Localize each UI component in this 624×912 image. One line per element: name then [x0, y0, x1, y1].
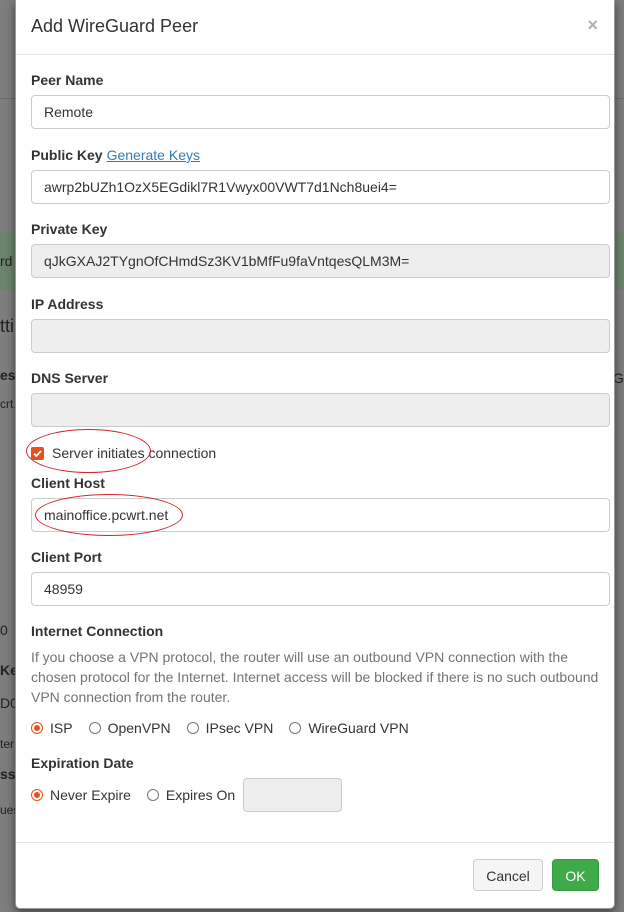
- background-text: ss: [0, 766, 16, 782]
- internet-connection-help: If you choose a VPN protocol, the router…: [31, 649, 599, 705]
- cancel-button[interactable]: Cancel: [473, 859, 543, 891]
- public-key-label: Public Key Generate Keys: [31, 147, 200, 163]
- dialog-title: Add WireGuard Peer: [31, 16, 199, 36]
- dialog-footer: Cancel OK: [16, 842, 614, 907]
- public-key-input[interactable]: awrp2bUZh1OzX5EGdikl7R1Vwyx00VWT7d1Nch8u…: [31, 170, 610, 204]
- peer-name-input[interactable]: Remote: [31, 95, 610, 129]
- expiration-options: Never Expire Expires On: [31, 778, 343, 812]
- internet-connection-label: Internet Connection: [31, 623, 164, 639]
- private-key-label: Private Key: [31, 221, 108, 237]
- radio-wireguard-vpn[interactable]: [289, 722, 302, 734]
- radio-openvpn-label[interactable]: OpenVPN: [108, 720, 171, 736]
- internet-connection-options: ISP OpenVPN IPsec VPN WireGuard VPN: [31, 720, 425, 736]
- radio-ipsec-vpn-label[interactable]: IPsec VPN: [206, 720, 274, 736]
- ip-address-input: [31, 319, 610, 353]
- close-icon[interactable]: ×: [587, 15, 598, 36]
- radio-openvpn[interactable]: [88, 722, 101, 734]
- radio-isp[interactable]: [31, 722, 43, 734]
- background-text: ter: [0, 737, 15, 751]
- background-divider: [0, 98, 15, 99]
- checkmark-icon: [33, 449, 42, 457]
- server-initiates-checkbox[interactable]: [31, 446, 44, 460]
- expiration-date-label: Expiration Date: [31, 755, 134, 771]
- dialog-header: Add WireGuard Peer ×: [16, 0, 614, 55]
- background-text: rd: [0, 253, 13, 269]
- client-port-input[interactable]: 48959: [31, 572, 610, 606]
- server-initiates-label[interactable]: Server initiates connection: [52, 445, 216, 461]
- dns-server-input: [31, 393, 610, 427]
- public-key-label-text: Public Key: [31, 147, 103, 163]
- private-key-input: qJkGXAJ2TYgnOfCHmdSz3KV1bMfFu9faVntqesQL…: [31, 244, 610, 278]
- peer-name-label: Peer Name: [31, 72, 104, 88]
- background-text: tti: [0, 316, 15, 336]
- radio-never-expire-label[interactable]: Never Expire: [50, 787, 131, 803]
- background-text: 0: [0, 622, 8, 638]
- expiration-date-input: [243, 778, 343, 812]
- ok-button[interactable]: OK: [552, 859, 599, 891]
- dns-server-label: DNS Server: [31, 370, 109, 386]
- client-host-input[interactable]: mainoffice.pcwrt.net: [31, 498, 610, 532]
- client-host-label: Client Host: [31, 475, 105, 491]
- ip-address-label: IP Address: [31, 296, 104, 312]
- generate-keys-link[interactable]: Generate Keys: [107, 147, 200, 163]
- radio-ipsec-vpn[interactable]: [186, 722, 199, 734]
- add-peer-dialog: Add WireGuard Peer × Peer Name Remote Pu…: [15, 0, 615, 909]
- radio-wireguard-vpn-label[interactable]: WireGuard VPN: [308, 720, 408, 736]
- server-initiates-row: Server initiates connection: [31, 444, 216, 462]
- radio-expires-on-label[interactable]: Expires On: [166, 787, 235, 803]
- client-port-label: Client Port: [31, 549, 102, 565]
- radio-isp-label[interactable]: ISP: [50, 720, 73, 736]
- radio-never-expire[interactable]: [31, 789, 43, 801]
- radio-expires-on[interactable]: [146, 789, 159, 801]
